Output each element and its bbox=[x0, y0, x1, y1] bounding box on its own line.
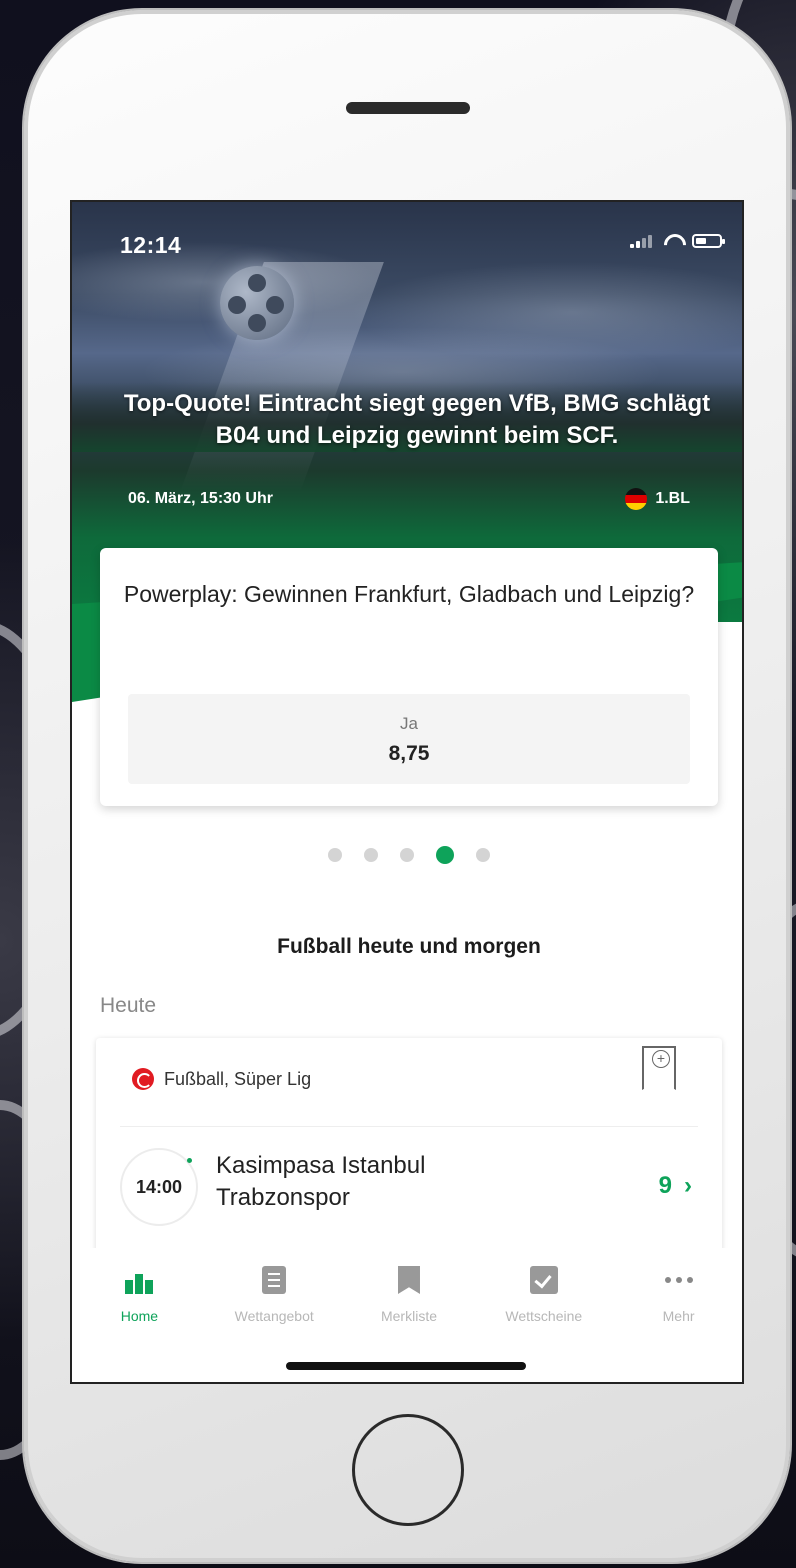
divider bbox=[120, 1126, 698, 1127]
tab-label: Wettscheine bbox=[505, 1308, 583, 1324]
tab-mehr[interactable]: Mehr bbox=[611, 1248, 742, 1344]
football-icon bbox=[220, 266, 294, 340]
status-icons bbox=[630, 234, 725, 248]
signal-icon bbox=[630, 234, 652, 248]
more-bets-link[interactable]: 9 › bbox=[659, 1172, 692, 1200]
bet-option-odds: 8,75 bbox=[388, 742, 430, 765]
turkey-flag-icon bbox=[132, 1068, 154, 1090]
home-bars-icon bbox=[124, 1266, 154, 1294]
match-league-label: Fußball, Süper Lig bbox=[164, 1068, 312, 1089]
hero-league: 1.BL bbox=[625, 488, 690, 510]
tab-label: Mehr bbox=[662, 1308, 695, 1324]
hero-headline: Top-Quote! Eintracht siegt gegen VfB, BM… bbox=[123, 390, 711, 449]
home-button[interactable] bbox=[352, 1414, 464, 1526]
wifi-icon bbox=[662, 234, 682, 248]
checkbox-icon bbox=[529, 1266, 558, 1294]
tab-label: Wettangebot bbox=[234, 1308, 314, 1324]
hero-date: 06. März, 15:30 Uhr bbox=[128, 490, 273, 507]
tab-wettangebot[interactable]: Wettangebot bbox=[207, 1248, 342, 1344]
home-team: Kasimpasa Istanbul bbox=[216, 1152, 426, 1179]
more-bets-count: 9 bbox=[658, 1172, 672, 1199]
tab-home[interactable]: Home bbox=[72, 1248, 207, 1344]
match-card[interactable]: Fußball, Süper Lig 14:00 Kasimpasa Istan… bbox=[96, 1038, 722, 1258]
app-screen: 12:14 Top-Quote! Eintracht siegt gegen V… bbox=[70, 200, 744, 1384]
battery-icon bbox=[692, 234, 725, 248]
pager-dot[interactable] bbox=[364, 848, 378, 862]
away-team: Trabzonspor bbox=[216, 1184, 350, 1211]
match-time: 14:00 bbox=[120, 1148, 198, 1226]
league-label: 1.BL bbox=[655, 490, 690, 507]
tab-merkliste[interactable]: Merkliste bbox=[342, 1248, 477, 1344]
phone-speaker bbox=[346, 102, 470, 114]
powerplay-card[interactable]: Powerplay: Gewinnen Frankfurt, Gladbach … bbox=[100, 548, 718, 806]
bet-option-yes[interactable]: Ja 8,75 bbox=[128, 694, 690, 784]
bookmark-icon bbox=[397, 1266, 420, 1294]
pager-dot-active[interactable] bbox=[436, 846, 454, 864]
bet-question: Powerplay: Gewinnen Frankfurt, Gladbach … bbox=[123, 581, 695, 607]
more-icon bbox=[664, 1266, 694, 1294]
match-league: Fußball, Süper Lig bbox=[132, 1068, 311, 1090]
add-bookmark-icon[interactable] bbox=[642, 1046, 676, 1090]
pager-dot[interactable] bbox=[400, 848, 414, 862]
pager-dot[interactable] bbox=[476, 848, 490, 862]
tab-wettscheine[interactable]: Wettscheine bbox=[476, 1248, 611, 1344]
status-time: 12:14 bbox=[120, 232, 182, 258]
section-title: Fußball heute und morgen bbox=[277, 935, 541, 958]
pager-dot[interactable] bbox=[328, 848, 342, 862]
carousel-pager bbox=[72, 846, 742, 864]
tab-label: Home bbox=[120, 1308, 159, 1324]
phone-frame: 12:14 Top-Quote! Eintracht siegt gegen V… bbox=[24, 10, 790, 1562]
tab-label: Merkliste bbox=[380, 1308, 437, 1324]
day-label: Heute bbox=[100, 994, 157, 1017]
bet-option-label: Ja bbox=[400, 714, 418, 733]
tab-bar: Home Wettangebot Merkliste Wettscheine M… bbox=[72, 1248, 742, 1344]
list-icon bbox=[262, 1266, 287, 1294]
background: 12:14 Top-Quote! Eintracht siegt gegen V… bbox=[0, 0, 796, 1568]
chevron-right-icon: › bbox=[684, 1172, 692, 1199]
germany-flag-icon bbox=[625, 488, 648, 510]
home-indicator[interactable] bbox=[286, 1362, 526, 1370]
